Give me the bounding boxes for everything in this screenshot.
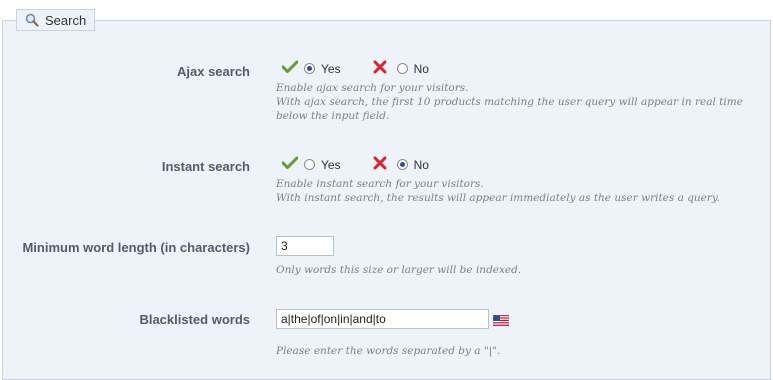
cross-icon (373, 60, 387, 77)
instant-search-no-label[interactable]: No (414, 158, 429, 172)
instant-search-options: Yes No (281, 156, 429, 173)
blacklisted-words-input[interactable] (276, 309, 489, 329)
instant-search-no-radio[interactable] (396, 159, 408, 170)
us-flag-icon[interactable] (492, 313, 510, 327)
instant-search-yes-radio[interactable] (304, 159, 315, 170)
ajax-search-label: Ajax search (177, 64, 250, 79)
check-icon (281, 60, 299, 77)
ajax-search-no-radio[interactable] (396, 63, 408, 74)
ajax-search-yes-label[interactable]: Yes (321, 62, 341, 76)
min-word-length-input[interactable] (276, 236, 334, 256)
check-icon (281, 156, 299, 173)
ajax-search-options: Yes No (281, 60, 429, 77)
ajax-search-help: Enable ajax search for your visitors. Wi… (276, 82, 743, 122)
blacklisted-words-help: Please enter the words separated by a "|… (276, 345, 501, 357)
instant-search-label: Instant search (161, 159, 250, 174)
min-word-length-label: Minimum word length (in characters) (22, 240, 250, 255)
section-legend: Search (16, 9, 96, 31)
magnifier-icon (25, 13, 39, 27)
min-word-length-help: Only words this size or larger will be i… (276, 264, 522, 276)
cross-icon (373, 156, 387, 173)
section-title: Search (45, 12, 87, 28)
instant-search-help: Enable instant search for your visitors.… (276, 178, 720, 204)
blacklisted-words-label: Blacklisted words (139, 312, 250, 327)
instant-search-yes-label[interactable]: Yes (321, 158, 341, 172)
ajax-search-no-label[interactable]: No (414, 62, 429, 76)
ajax-search-yes-radio[interactable] (304, 63, 315, 74)
